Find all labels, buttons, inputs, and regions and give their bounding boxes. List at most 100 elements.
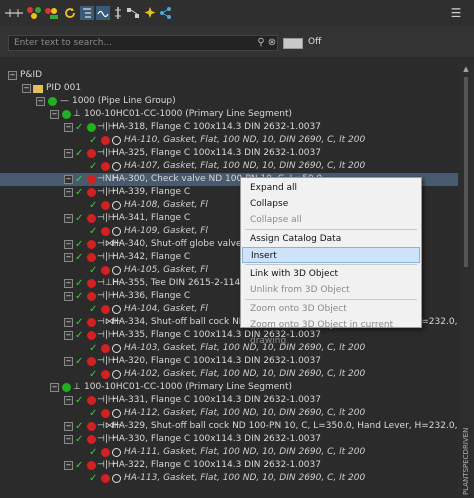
collapse-toggle[interactable]: − [64,396,73,405]
tree-row[interactable]: ✓ HA-111, Gasket, Flat, 100 ND, 10, DIN 2… [0,446,458,459]
status-red-icon [87,396,96,405]
tree-row-label: HA-107, Gasket, Flat, 100 ND, 10, DIN 26… [124,161,366,171]
status-red-icon [101,448,110,457]
check-icon: ✓ [75,330,84,341]
pipe-line-icon[interactable] [4,6,24,20]
collapse-toggle[interactable]: − [36,97,45,106]
collapse-toggle[interactable]: − [64,214,73,223]
tree-row[interactable]: − ⊥ 100-10HC01-CC-1000 (Primary Line Segme… [0,381,458,394]
tree-row[interactable]: ✓ HA-102, Gasket, Flat, 100 ND, 10, DIN 2… [0,368,458,381]
status-red-icon [87,175,96,184]
tree-row[interactable]: − ✓ ⊣|⊢ HA-322, Flange C 100x114.3 DIN 2632… [0,459,458,472]
wave-icon[interactable] [96,6,110,20]
tree-row[interactable]: − ✓ ⊣⋈⊢ HA-329, Shut-off ball cock ND 100-P… [0,420,458,433]
status-red-icon [87,357,96,366]
refresh-icon[interactable] [63,6,77,20]
collapse-toggle[interactable]: − [64,292,73,301]
status-red-icon [101,136,110,145]
clear-search-icon[interactable]: ⊗ [265,36,279,50]
tree-row[interactable]: − ✓ ⊣|⊢ HA-325, Flange C 100x114.3 DIN 2632… [0,147,458,160]
tree-row[interactable]: − ⊥ 100-10HC01-CC-1000 (Primary Line Segme… [0,108,458,121]
tree-root-label: P&ID [20,70,43,80]
check-icon: ✓ [89,161,98,172]
collapse-toggle[interactable]: − [64,318,73,327]
tree-row-label: HA-113, Gasket, Flat, 100 ND, 10, DIN 26… [124,473,366,483]
tree-row[interactable]: ✓ HA-107, Gasket, Flat, 100 ND, 10, DIN 2… [0,160,458,173]
tree-row[interactable]: − ✓ ⊣|⊢ HA-320, Flange C 100x114.3 DIN 2632… [0,355,458,368]
status-red-icon [101,409,110,418]
scroll-thumb[interactable] [464,77,468,267]
check-icon: ✓ [75,460,84,471]
color-nodes-icon[interactable] [26,6,42,20]
collapse-toggle[interactable]: − [64,123,73,132]
tree-row-label: HA-322, Flange C 100x114.3 DIN 2632-1.00… [112,460,321,470]
menu-separator [245,229,417,230]
collapse-toggle[interactable]: − [64,422,73,431]
tree-row-label: HA-330, Flange C 100x114.3 DIN 2632-1.00… [112,434,321,444]
status-red-icon [87,279,96,288]
collapse-toggle[interactable]: − [22,84,31,93]
tree-view-icon[interactable] [80,6,94,20]
tree-row-label: HA-331, Flange C 100x114.3 DIN 2632-1.00… [112,395,321,405]
gasket-icon [112,135,121,145]
check-icon: ✓ [75,291,84,302]
panel-menu-icon[interactable]: ☰ [448,5,464,21]
collapse-toggle[interactable]: − [64,188,73,197]
side-tab[interactable]: PLANTSPECDRIVEN [460,405,474,498]
check-icon: ✓ [75,278,84,289]
collapse-toggle[interactable]: − [64,253,73,262]
status-green-icon [62,383,71,392]
status-red-icon [87,188,96,197]
color-filter-icon[interactable] [44,6,60,20]
collapse-toggle[interactable]: − [8,71,17,80]
check-icon: ✓ [75,187,84,198]
hierarchy-icon[interactable] [125,6,141,20]
tree-row[interactable]: − ✓ ⊣|⊢ HA-331, Flange C 100x114.3 DIN 2632… [0,394,458,407]
menu-item-insert[interactable]: Insert [242,247,420,263]
tree-row[interactable]: ✓ HA-113, Gasket, Flat, 100 ND, 10, DIN 2… [0,472,458,485]
tree-row-label: HA-342, Flange C [112,252,191,262]
share-nodes-icon[interactable] [159,6,171,20]
collapse-toggle[interactable]: − [50,110,59,119]
collapse-toggle[interactable]: − [64,461,73,470]
status-green-icon [87,123,96,132]
check-icon: ✓ [75,239,84,250]
status-red-icon [87,149,96,158]
tree-row[interactable]: − PID 001 [0,82,458,95]
menu-item-assign-catalog-data[interactable]: Assign Catalog Data [242,231,420,247]
tree-row[interactable]: ✓ HA-112, Gasket, Flat, 100 ND, 10, DIN 2… [0,407,458,420]
tree-row[interactable]: ✓ HA-103, Gasket, Flat, 100 ND, 10, DIN 2… [0,342,458,355]
search-input[interactable] [8,35,278,51]
collapse-toggle[interactable]: − [50,383,59,392]
tree-row[interactable]: ✓ HA-110, Gasket, Flat, 100 ND, 10, DIN 2… [0,134,458,147]
status-red-icon [87,214,96,223]
collapse-toggle[interactable]: − [64,240,73,249]
status-red-icon [101,201,110,210]
menu-item-expand-all[interactable]: Expand all [242,180,420,196]
menu-item-link-with-3d-object[interactable]: Link with 3D Object [242,266,420,282]
collapse-toggle[interactable]: − [64,331,73,340]
check-icon: ✓ [75,213,84,224]
scroll-up-icon[interactable]: ▲ [462,65,470,73]
status-red-icon [101,266,110,275]
check-icon: ✓ [89,304,98,315]
gasket-icon [112,343,121,353]
check-icon: ✓ [75,148,84,159]
collapse-toggle[interactable]: − [64,435,73,444]
menu-item-collapse-all: Collapse all [250,215,302,225]
level-icon[interactable] [113,6,123,20]
collapse-toggle[interactable]: − [64,357,73,366]
menu-item-collapse[interactable]: Collapse [242,196,420,212]
collapse-toggle[interactable]: − [64,279,73,288]
tree-row[interactable]: − ✓ ⊣|⊢ HA-330, Flange C 100x114.3 DIN 2632… [0,433,458,446]
tree-row-label: HA-105, Gasket, Fl [124,265,208,275]
check-icon: ✓ [75,356,84,367]
tree-root[interactable]: − P&ID [0,69,458,82]
tree-row[interactable]: − —1000 (Pipe Line Group) [0,95,458,108]
collapse-toggle[interactable]: − [64,175,73,184]
check-icon: ✓ [89,447,98,458]
collapse-toggle[interactable]: − [64,149,73,158]
tree-row[interactable]: − ✓ ⊣|⊢ HA-318, Flange C 100x114.3 DIN 2632… [0,121,458,134]
sparkle-icon[interactable] [143,6,157,20]
filter-toggle[interactable] [283,38,303,49]
